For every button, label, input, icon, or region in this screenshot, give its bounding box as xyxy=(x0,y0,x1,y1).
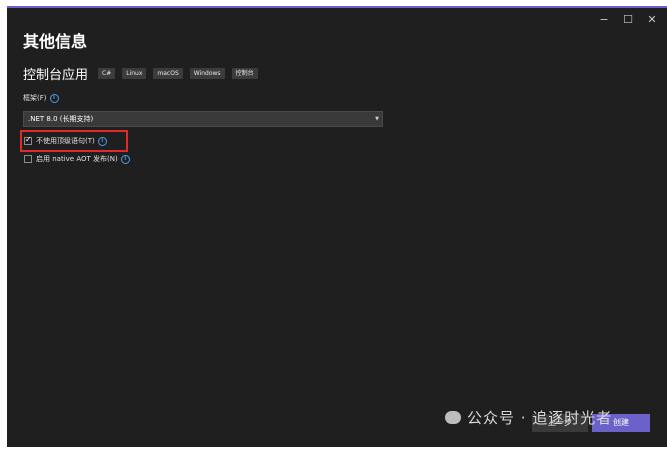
page-title: 其他信息 xyxy=(23,32,88,51)
framework-label: 框架(F) xyxy=(23,94,47,102)
watermark-text: 公众号 · 追逐时光者 xyxy=(467,409,613,427)
template-tag: Windows xyxy=(189,68,225,79)
close-icon[interactable]: ✕ xyxy=(645,14,659,26)
wechat-icon xyxy=(445,411,461,424)
template-tag: 控制台 xyxy=(231,68,258,79)
option-native-aot[interactable]: 启用 native AOT 发布(N) i xyxy=(24,154,130,164)
framework-select[interactable]: .NET 8.0 (长期支持) ▼ xyxy=(23,111,383,127)
template-tag: macOS xyxy=(153,68,183,79)
template-name: 控制台应用 xyxy=(23,68,89,83)
template-tag: Linux xyxy=(122,68,147,79)
framework-selected-value: .NET 8.0 (长期支持) xyxy=(28,115,94,123)
template-tag: C# xyxy=(98,68,116,79)
minimize-icon[interactable]: − xyxy=(597,14,611,26)
maximize-icon[interactable]: ☐ xyxy=(621,14,635,26)
template-header: 控制台应用 C# Linux macOS Windows 控制台 xyxy=(23,64,265,83)
framework-label-row: 框架(F) i xyxy=(23,93,59,103)
info-icon[interactable]: i xyxy=(49,93,59,103)
checkbox-native-aot[interactable] xyxy=(24,155,32,163)
info-icon[interactable]: i xyxy=(120,154,130,164)
annotation-highlight-box xyxy=(20,130,128,152)
chevron-down-icon: ▼ xyxy=(375,116,379,122)
option-label: 启用 native AOT 发布(N) xyxy=(36,155,118,163)
dialog-window: − ☐ ✕ 其他信息 控制台应用 C# Linux macOS Windows … xyxy=(7,6,667,447)
watermark: 公众号 · 追逐时光者 xyxy=(445,407,612,428)
